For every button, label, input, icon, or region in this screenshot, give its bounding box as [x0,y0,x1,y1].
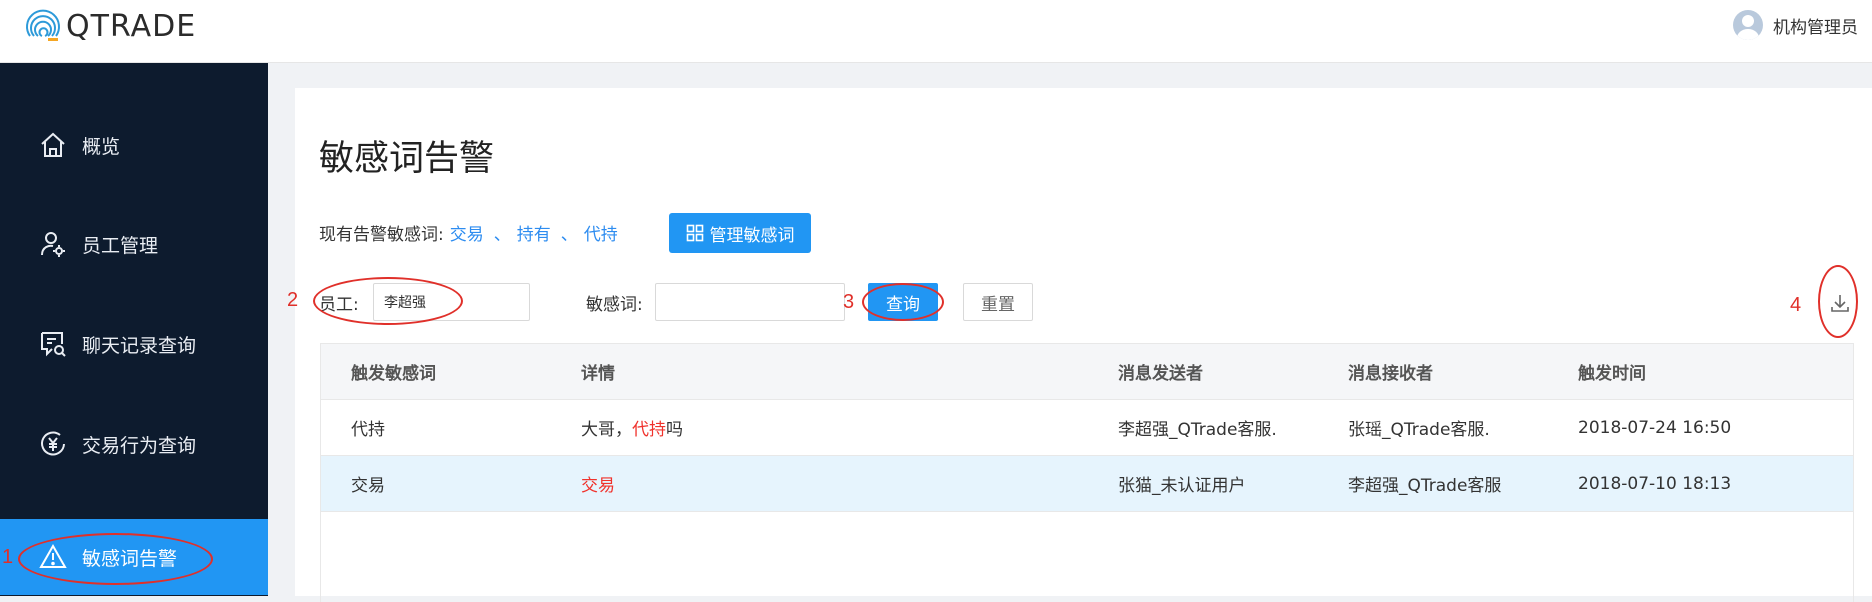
keyword-link[interactable]: 代持 [584,220,618,245]
table-header: 触发敏感词 详情 消息发送者 消息接收者 触发时间 [321,344,1853,400]
column-header[interactable]: 消息接收者 [1318,359,1548,384]
keywords-label: 现有告警敏感词: [319,225,444,245]
yuan-icon [36,427,70,461]
keywords-row: 现有告警敏感词: 交易 、 持有 、 代持 [319,220,618,245]
main-card: 敏感词告警 现有告警敏感词: 交易 、 持有 、 代持 管理敏感词 员工: 李超… [295,88,1872,602]
keyword-separator: 、 [560,225,578,245]
sidebar: 概览 员工管理 聊天记录查询 交易行为查询 敏感词告警 [0,63,268,596]
cell-receiver: 张瑶_QTrade客服. [1348,420,1490,440]
sidebar-item-label: 员工管理 [82,234,159,257]
sidebar-item-trade-behavior[interactable]: 交易行为查询 [0,406,268,482]
cell-time: 2018-07-10 18:13 [1578,473,1732,494]
download-button[interactable] [1825,286,1855,320]
sidebar-item-label: 敏感词告警 [82,547,178,570]
cell-word: 交易 [351,476,385,496]
cell-receiver: 李超强_QTrade客服 [1348,476,1502,496]
keyword-filter-label: 敏感词: [586,295,643,315]
table-empty-area [321,512,1853,602]
sidebar-item-label: 交易行为查询 [82,434,197,457]
manage-keywords-label: 管理敏感词 [709,225,795,246]
annotation-number: 3 [843,291,855,313]
sidebar-item-label: 概览 [82,135,121,158]
user-gear-icon [36,227,70,261]
cell-time: 2018-07-24 16:50 [1578,417,1732,438]
cell-sender: 张猫_未认证用户 [1118,476,1246,496]
query-button[interactable]: 查询 [868,283,938,321]
column-header[interactable]: 详情 [551,359,1088,384]
table-row[interactable]: 代持 大哥，代持吗 李超强_QTrade客服. 张瑶_QTrade客服. 201… [321,400,1853,456]
manage-keywords-button[interactable]: 管理敏感词 [669,213,811,253]
alerts-table: 触发敏感词 详情 消息发送者 消息接收者 触发时间 代持 大哥，代持吗 李超强_… [320,343,1854,602]
warning-icon [36,540,70,574]
keyword-link[interactable]: 持有 [517,220,551,245]
column-header[interactable]: 消息发送者 [1088,359,1318,384]
detail-text: 大哥， [581,420,632,440]
reset-button[interactable]: 重置 [963,283,1033,321]
cell-word: 代持 [351,420,385,440]
sidebar-item-label: 聊天记录查询 [82,334,197,357]
sidebar-item-overview[interactable]: 概览 [0,107,268,183]
logo-text: QTRADE [66,8,197,44]
annotation-number: 4 [1790,294,1802,316]
fingerprint-icon [26,9,60,41]
column-header[interactable]: 触发敏感词 [321,359,551,384]
sidebar-item-chat-records[interactable]: 聊天记录查询 [0,306,268,382]
keyword-link[interactable]: 交易 [450,220,484,245]
cell-detail: 大哥，代持吗 [551,415,1088,440]
user-menu[interactable]: 机构管理员 [1733,10,1858,40]
annotation-number: 2 [287,289,299,311]
download-icon [1831,295,1849,312]
sidebar-item-staff[interactable]: 员工管理 [0,206,268,282]
column-header[interactable]: 触发时间 [1548,359,1853,384]
detail-highlight: 交易 [581,476,615,496]
detail-text: 吗 [666,420,683,440]
cell-sender: 李超强_QTrade客服. [1118,420,1277,440]
keyword-separator: 、 [493,225,511,245]
home-icon [36,128,70,162]
table-row[interactable]: 交易 交易 张猫_未认证用户 李超强_QTrade客服 2018-07-10 1… [321,456,1853,512]
sidebar-item-sensitive-alert[interactable]: 敏感词告警 [0,519,268,595]
annotation-number: 1 [2,546,14,568]
page-title: 敏感词告警 [319,139,495,179]
top-header: QTRADE 机构管理员 [0,0,1872,63]
cell-detail: 交易 [551,471,1088,496]
employee-input[interactable]: 李超强 [373,283,530,321]
detail-highlight: 代持 [632,420,666,440]
user-name: 机构管理员 [1773,17,1858,38]
chat-search-icon [36,327,70,361]
keyword-input[interactable] [655,283,845,321]
avatar[interactable] [1733,10,1763,40]
qtrade-logo[interactable]: QTRADE [24,4,196,48]
grid-icon [686,224,703,242]
employee-label: 员工: [319,295,359,315]
